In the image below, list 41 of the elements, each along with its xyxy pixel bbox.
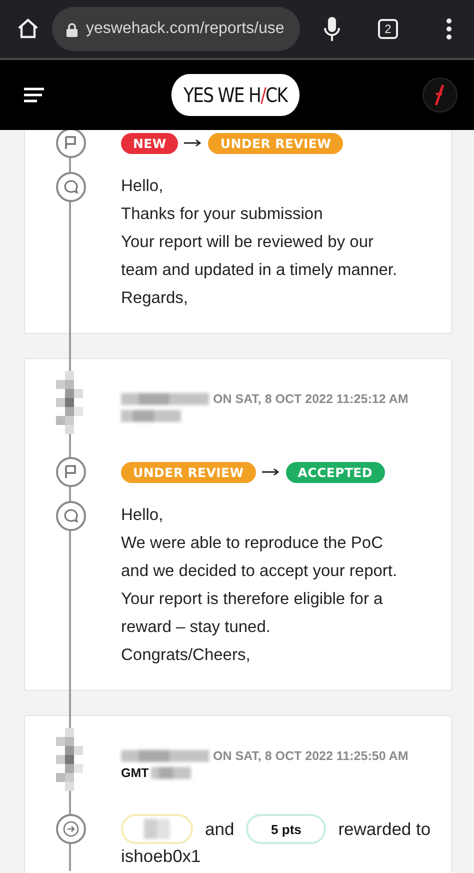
logo[interactable]: YES WE H/CK bbox=[171, 74, 299, 116]
home-icon[interactable] bbox=[16, 17, 40, 41]
comment-line: Your report will be reviewed by our bbox=[121, 232, 375, 253]
microphone-icon[interactable] bbox=[324, 16, 340, 42]
lock-icon bbox=[66, 22, 78, 36]
points-pill: 5 pts bbox=[246, 814, 326, 844]
comment-line: Thanks for your submission bbox=[121, 204, 324, 225]
menu-icon[interactable] bbox=[24, 87, 44, 103]
comment-line: Hello, bbox=[121, 176, 164, 197]
event-meta: ON SAT, 8 OCT 2022 11:25:50 AM bbox=[213, 748, 408, 762]
arrow-icon bbox=[262, 468, 280, 476]
blurred-name bbox=[150, 766, 191, 780]
status-badge: UNDER REVIEW bbox=[208, 132, 344, 154]
username: ishoeb0x1 bbox=[121, 846, 202, 867]
comment-line: Hello, bbox=[121, 505, 164, 526]
joiner-text: and bbox=[205, 818, 234, 840]
status-badge: UNDER REVIEW bbox=[121, 462, 256, 482]
tab-count-button[interactable]: 2 bbox=[378, 19, 398, 39]
arrow-icon bbox=[184, 139, 202, 147]
url-text: yeswehack.com/reports/use bbox=[86, 20, 284, 38]
comment-line: Your report is therefore eligible for a bbox=[121, 589, 384, 610]
timezone-text: GMT bbox=[121, 766, 149, 780]
blurred-amount bbox=[144, 819, 170, 839]
profile-avatar-icon[interactable] bbox=[422, 77, 458, 113]
address-bar[interactable]: yeswehack.com/reports/use bbox=[52, 7, 300, 51]
comment-line: Regards, bbox=[121, 288, 189, 309]
comment-line: and we decided to accept your report. bbox=[121, 561, 398, 582]
arrow-circle-icon bbox=[56, 814, 86, 844]
comment-line: Congrats/Cheers, bbox=[121, 645, 252, 666]
status-badge: NEW bbox=[121, 132, 178, 154]
comment-icon bbox=[56, 501, 86, 531]
event-meta: ON SAT, 8 OCT 2022 11:25:12 AM bbox=[213, 392, 408, 406]
flag-icon bbox=[56, 457, 86, 487]
comment-line: reward – stay tuned. bbox=[121, 617, 272, 638]
blurred-name bbox=[121, 408, 181, 422]
more-icon[interactable] bbox=[446, 18, 452, 40]
status-badge: ACCEPTED bbox=[286, 462, 384, 482]
reward-text: rewarded to bbox=[338, 818, 431, 840]
comment-line: We were able to reproduce the PoC bbox=[121, 533, 384, 554]
comment-icon bbox=[56, 172, 86, 202]
comment-line: team and updated in a timely manner. bbox=[121, 260, 398, 281]
